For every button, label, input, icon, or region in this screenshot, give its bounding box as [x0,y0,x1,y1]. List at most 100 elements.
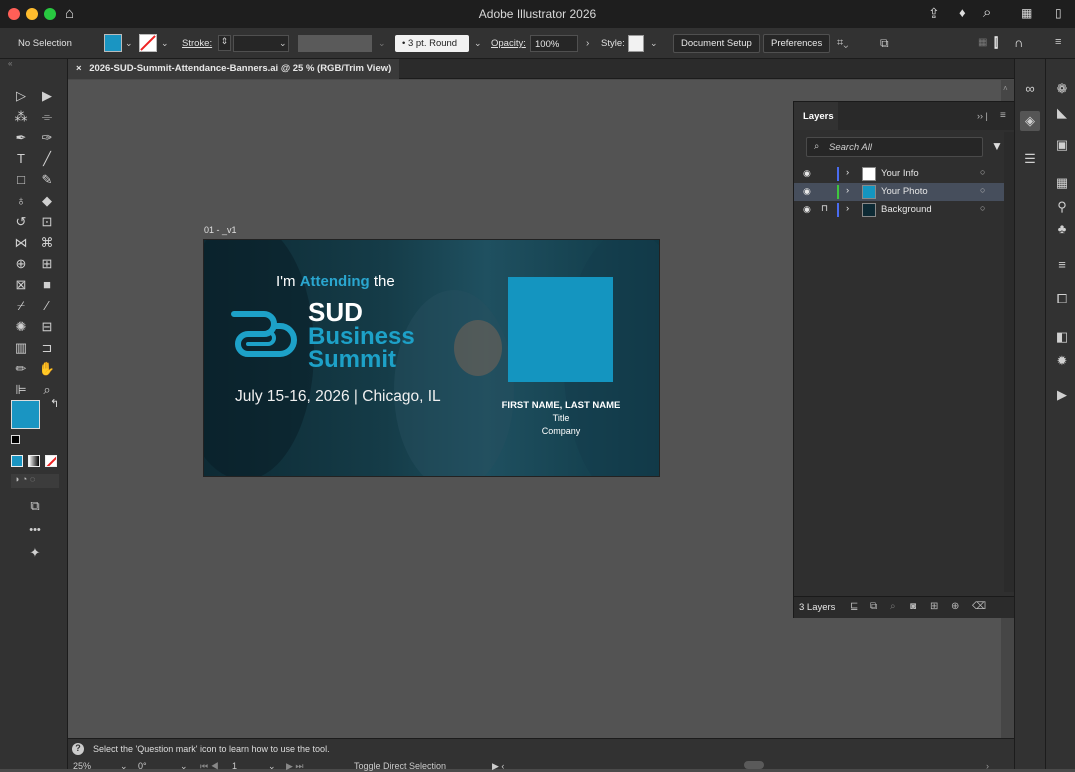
stroke-swatch[interactable] [139,34,157,52]
expand-chevron-icon[interactable]: › [846,203,849,214]
artboard-label[interactable]: 01 - _v1 [204,225,237,235]
new-sublayer-icon[interactable]: ⊞ [930,601,938,612]
links-icon[interactable]: ∞ [1020,79,1040,99]
locate-object-icon[interactable]: ⌕ [890,601,896,612]
preferences-button[interactable]: Preferences [763,34,831,53]
align-panel-icon[interactable]: ⫿ [994,35,998,51]
expand-chevron-icon[interactable]: › [846,185,849,196]
document-tab[interactable]: × 2026-SUD-Summit-Attendance-Banners.ai … [68,59,400,79]
layer-name[interactable]: Your Photo [881,186,928,197]
search-icon[interactable]: ⌕ [983,4,991,21]
target-icon[interactable]: ○ [980,185,985,195]
brushes-icon[interactable]: ⚲ [1052,197,1072,217]
visibility-eye-icon[interactable]: ◉ [803,168,811,179]
chevron-down-icon[interactable]: ⌄ [279,38,287,49]
fill-swatch[interactable] [104,34,122,52]
expand-chevron-icon[interactable]: › [846,167,849,178]
artboards-icon[interactable]: ▣ [1052,135,1072,155]
puppet-warp-tool-icon[interactable]: ⊫ [10,380,32,400]
new-layer-icon[interactable]: ⊕ [951,601,959,612]
layer-row-your-photo[interactable]: ◉ › Your Photo ○ [794,183,1014,201]
next-artboard-icon[interactable]: ▶ ⏭ [286,761,304,772]
eraser-tool-icon[interactable]: ◆ [36,191,58,211]
chevron-right-icon[interactable]: › [586,38,589,49]
eyedropper-tool-icon[interactable]: ⌿ [10,296,32,316]
zoom-level[interactable]: 25% [73,761,91,771]
layer-row-your-info[interactable]: ◉ › Your Info ○ [794,165,1014,183]
scroll-right-icon[interactable]: › [986,761,989,771]
chevron-down-icon[interactable]: ⌄ [474,38,482,49]
arrange-icon[interactable]: ⌗⌄ [837,37,848,50]
stroke-stepper[interactable]: ⇕ [218,35,231,51]
pen-tool-icon[interactable]: ✒ [10,128,32,148]
lock-icon[interactable]: ⊓ [821,203,828,214]
curvature-tool-icon[interactable]: ✑ [36,128,58,148]
target-icon[interactable]: ○ [980,203,985,213]
scroll-up-icon[interactable]: ˄ [1003,84,1008,93]
screen-mode-icon[interactable]: ⧉ [24,496,46,516]
properties-icon[interactable]: ☰ [1020,149,1040,169]
discover-icon[interactable]: ♦ [959,5,966,20]
visibility-eye-icon[interactable]: ◉ [803,204,811,215]
chevron-down-icon[interactable]: ⌄ [650,38,658,49]
chevron-down-icon[interactable]: ⌄ [268,761,276,772]
artboard-tool-icon[interactable]: ⊟ [36,317,58,337]
artboard-number[interactable]: 1 [232,761,237,771]
export-layer-icon[interactable]: ⧉ [870,601,877,612]
scale-tool-icon[interactable]: ⊡ [36,212,58,232]
clipping-mask-icon[interactable]: ◙ [910,601,916,612]
layers-search-input[interactable]: ⌕ Search All [806,137,983,157]
chevron-down-icon[interactable]: ⌄ [125,38,133,49]
symbols-icon[interactable]: ♣ [1052,219,1072,239]
photo-placeholder[interactable] [508,277,613,382]
visibility-eye-icon[interactable]: ◉ [803,186,811,197]
graphic-style-swatch[interactable] [628,35,644,52]
direct-selection-tool-icon[interactable]: ▶ [36,86,58,106]
document-setup-button[interactable]: Document Setup [673,34,760,53]
edit-toolbar-icon[interactable]: ••• [24,520,46,540]
mesh-tool-icon[interactable]: ⊠ [10,275,32,295]
blend-tool-icon[interactable]: ∕ [36,296,58,316]
hand-tool-icon[interactable]: ✋ [36,359,58,379]
gradient-tool-icon[interactable]: ■ [36,275,58,295]
chevron-down-icon[interactable]: ⌄ [180,761,188,772]
actions-play-icon[interactable]: ▶ [1052,385,1072,405]
column-graph-tool-icon[interactable]: ▥ [10,338,32,358]
panel-menu-icon[interactable]: ≡ [1000,110,1006,121]
chevron-down-icon[interactable]: ⌄ [161,38,169,49]
collect-for-export-icon[interactable]: ⊑ [850,601,858,612]
close-tab-icon[interactable]: × [76,63,82,74]
shape-builder-tool-icon[interactable]: ⊕ [10,254,32,274]
transform-panel-icon[interactable]: ⧠ [1052,289,1072,309]
free-transform-tool-icon[interactable]: ⌘ [36,233,58,253]
width-tool-icon[interactable]: ⋈ [10,233,32,253]
magic-wand-tool-icon[interactable]: ⁂ [10,107,32,127]
symbol-sprayer-tool-icon[interactable]: ✺ [10,317,32,337]
type-tool-icon[interactable]: T [10,149,32,169]
shaper-tool-icon[interactable]: ♁ [10,191,32,211]
line-tool-icon[interactable]: ╱ [36,149,58,169]
transform-icon[interactable]: ∩ [1014,35,1023,50]
appearance-icon[interactable]: ✹ [1052,351,1072,371]
layers-scrollbar[interactable] [1004,132,1014,592]
chevron-down-icon[interactable]: ⌄ [120,761,128,772]
panel-menu-icon[interactable]: ≡ [1055,36,1061,48]
grid-icon[interactable]: ▦ [978,37,987,48]
target-icon[interactable]: ○ [980,167,985,177]
question-mark-icon[interactable]: ? [72,743,84,755]
filter-icon[interactable]: ▼ [991,139,1003,153]
stroke-panel-icon[interactable]: ≡ [1052,255,1072,275]
trash-icon[interactable]: ⌫ [972,601,986,612]
stroke-label[interactable]: Stroke: [182,38,212,49]
variable-width-profile[interactable] [298,35,372,52]
layers-panel-icon[interactable]: ◈ [1020,111,1040,131]
tab-layers[interactable]: Layers [794,102,838,130]
lasso-tool-icon[interactable]: ⌯ [36,107,58,127]
share-icon[interactable]: ⇪ [928,5,940,22]
prev-artboard-icon[interactable]: ⏮ ◀ [200,761,219,772]
swap-colors-icon[interactable]: ↰ [50,397,59,410]
workspace-icon[interactable]: ▦ [1021,6,1032,20]
status-menu-icon[interactable]: ▶ ‹ [492,761,504,772]
gradient-mode-icon[interactable] [28,455,40,467]
rectangle-tool-icon[interactable]: □ [10,170,32,190]
